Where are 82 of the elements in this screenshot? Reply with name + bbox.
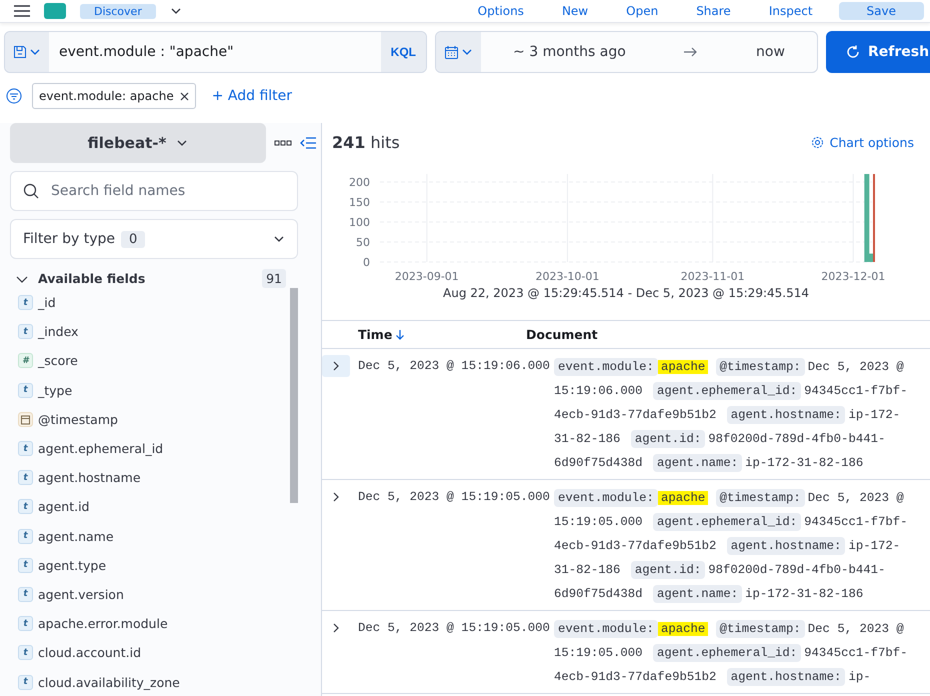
field-item[interactable]: t apache.error.module [10, 609, 290, 638]
time-cell-text: Dec 5, 2023 @ 15:19:05.000 [358, 620, 551, 637]
field-item[interactable]: @timestamp [10, 404, 290, 434]
more-options-icon[interactable] [274, 139, 292, 147]
field-item[interactable]: t _index [10, 317, 290, 346]
chevron-right-icon [331, 623, 341, 633]
type-badge: t [18, 528, 33, 544]
end-date-button[interactable]: now [750, 43, 791, 61]
document-cell-text: event.module: apache @timestamp: Dec 5, 2023 @ 15:19:05.000 agent.ephemeral_id: 94345cc1-f7bf-4ecb-91d3-77dafe9b51b2 agent.hostname: ip-172-31-82-186 agent.id: 98f0200d-789d-4fb0-b441-6d90f75d438d agent.name: ip-172-31-82-186 [554, 488, 908, 605]
field-item[interactable]: t agent.type [10, 550, 290, 580]
calendar-icon [18, 412, 33, 427]
add-filter-link[interactable]: + Add filter [206, 87, 298, 105]
gear-icon [810, 136, 824, 149]
y-tick-label: 200 [349, 176, 370, 189]
nav-link[interactable]: Options [466, 4, 536, 18]
type-badge: t [18, 295, 33, 310]
field-item[interactable]: t agent.version [10, 580, 290, 610]
section-title: Available fields [38, 271, 146, 286]
menu-icon[interactable] [14, 5, 30, 17]
save-button[interactable]: Save [838, 2, 924, 20]
time-cell-text: Dec 5, 2023 @ 15:19:06.000 [358, 358, 551, 375]
count-badge: 0 [121, 231, 146, 248]
x-tick-label: 2023-10-01 [535, 270, 600, 283]
refresh-icon [846, 45, 860, 59]
hit-count: 241 hits [332, 133, 400, 152]
chevron-right-icon [331, 361, 341, 371]
index-pattern-button[interactable]: filebeat-* [10, 123, 266, 163]
y-tick-label: 100 [349, 216, 370, 229]
field-item[interactable]: t agent.ephemeral_id [10, 434, 290, 464]
type-badge: t [18, 674, 33, 690]
filter-pill[interactable]: event.module: apache [32, 83, 196, 109]
field-item[interactable]: t agent.id [10, 492, 290, 522]
field-item[interactable]: # _score [10, 346, 290, 376]
sort-down-icon [395, 330, 406, 340]
document-cell-text: event.module: apache @timestamp: Dec 5, 2023 @ 15:19:05.000 agent.ephemeral_id: 94345cc1-f7bf-4ecb-91d3-77dafe9b51b2 agent.hostname: ip- [554, 619, 908, 688]
type-badge: t [18, 616, 33, 632]
start-date-button[interactable]: ~ 3 months ago [507, 43, 632, 61]
type-badge: t [18, 470, 33, 486]
close-icon[interactable] [180, 92, 189, 100]
document-cell-text: event.module: apache @timestamp: Dec 5, 2023 @ 15:19:06.000 agent.ephemeral_id: 94345cc1-f7bf-4ecb-91d3-77dafe9b51b2 agent.hostname: ip-172-31-82-186 agent.id: 98f0200d-789d-4fb0-b441-6d90f75d438d agent.name: ip-172-31-82-186 [554, 357, 908, 474]
type-badge: t [18, 499, 33, 514]
refresh-button[interactable]: Refresh [826, 31, 930, 73]
type-badge: t [18, 382, 33, 398]
field-item[interactable]: t agent.name [10, 522, 290, 551]
field-item[interactable]: t agent.hostname [10, 463, 290, 492]
column-header[interactable]: Time [322, 327, 526, 342]
calendar-icon [444, 44, 459, 60]
field-item[interactable]: t cloud.availability_zone [10, 667, 290, 696]
column-header[interactable]: Document [526, 327, 598, 342]
quick-select-button[interactable] [436, 32, 481, 72]
nav-link[interactable]: Open [614, 4, 670, 18]
x-tick-label: 2023-11-01 [680, 270, 745, 283]
type-badge: t [18, 586, 33, 602]
filter-by-type-button[interactable]: Filter by type 0 [10, 219, 298, 259]
y-tick-label: 150 [349, 196, 370, 209]
field-item[interactable]: t cloud.account.id [10, 638, 290, 668]
field-item[interactable]: t _id [10, 288, 290, 318]
type-badge: t [18, 645, 33, 660]
x-tick-label: 2023-09-01 [394, 270, 459, 283]
field-item[interactable]: t _type [10, 376, 290, 405]
type-badge: t [18, 558, 33, 573]
chart-options-button[interactable]: Chart options [804, 134, 920, 151]
arrow-right-icon [684, 47, 698, 57]
time-cell-text: Dec 5, 2023 @ 15:19:05.000 [358, 489, 551, 506]
nav-link[interactable]: New [550, 4, 600, 18]
scrollbar[interactable] [290, 288, 298, 503]
x-tick-label: 2023-12-01 [821, 270, 886, 283]
field-count: 91 [262, 269, 286, 288]
type-badge: t [18, 441, 33, 456]
type-badge: # [18, 353, 33, 368]
time-range-label: Aug 22, 2023 @ 15:29:45.514 - Dec 5, 2023 @ 15:29:45.514 [442, 286, 810, 300]
nav-link[interactable]: Inspect [756, 4, 825, 18]
chevron-right-icon [331, 492, 341, 502]
app-badge[interactable]: Discover [80, 4, 156, 18]
filter-menu-icon[interactable] [6, 88, 22, 104]
type-badge: t [18, 324, 33, 340]
search-field[interactable]: Search field names [10, 171, 298, 211]
y-tick-label: 50 [356, 236, 370, 249]
y-tick-label: 0 [363, 256, 370, 269]
collapse-sidebar-icon[interactable] [300, 137, 316, 149]
search-icon [23, 183, 39, 199]
nav-link[interactable]: Share [684, 4, 743, 18]
